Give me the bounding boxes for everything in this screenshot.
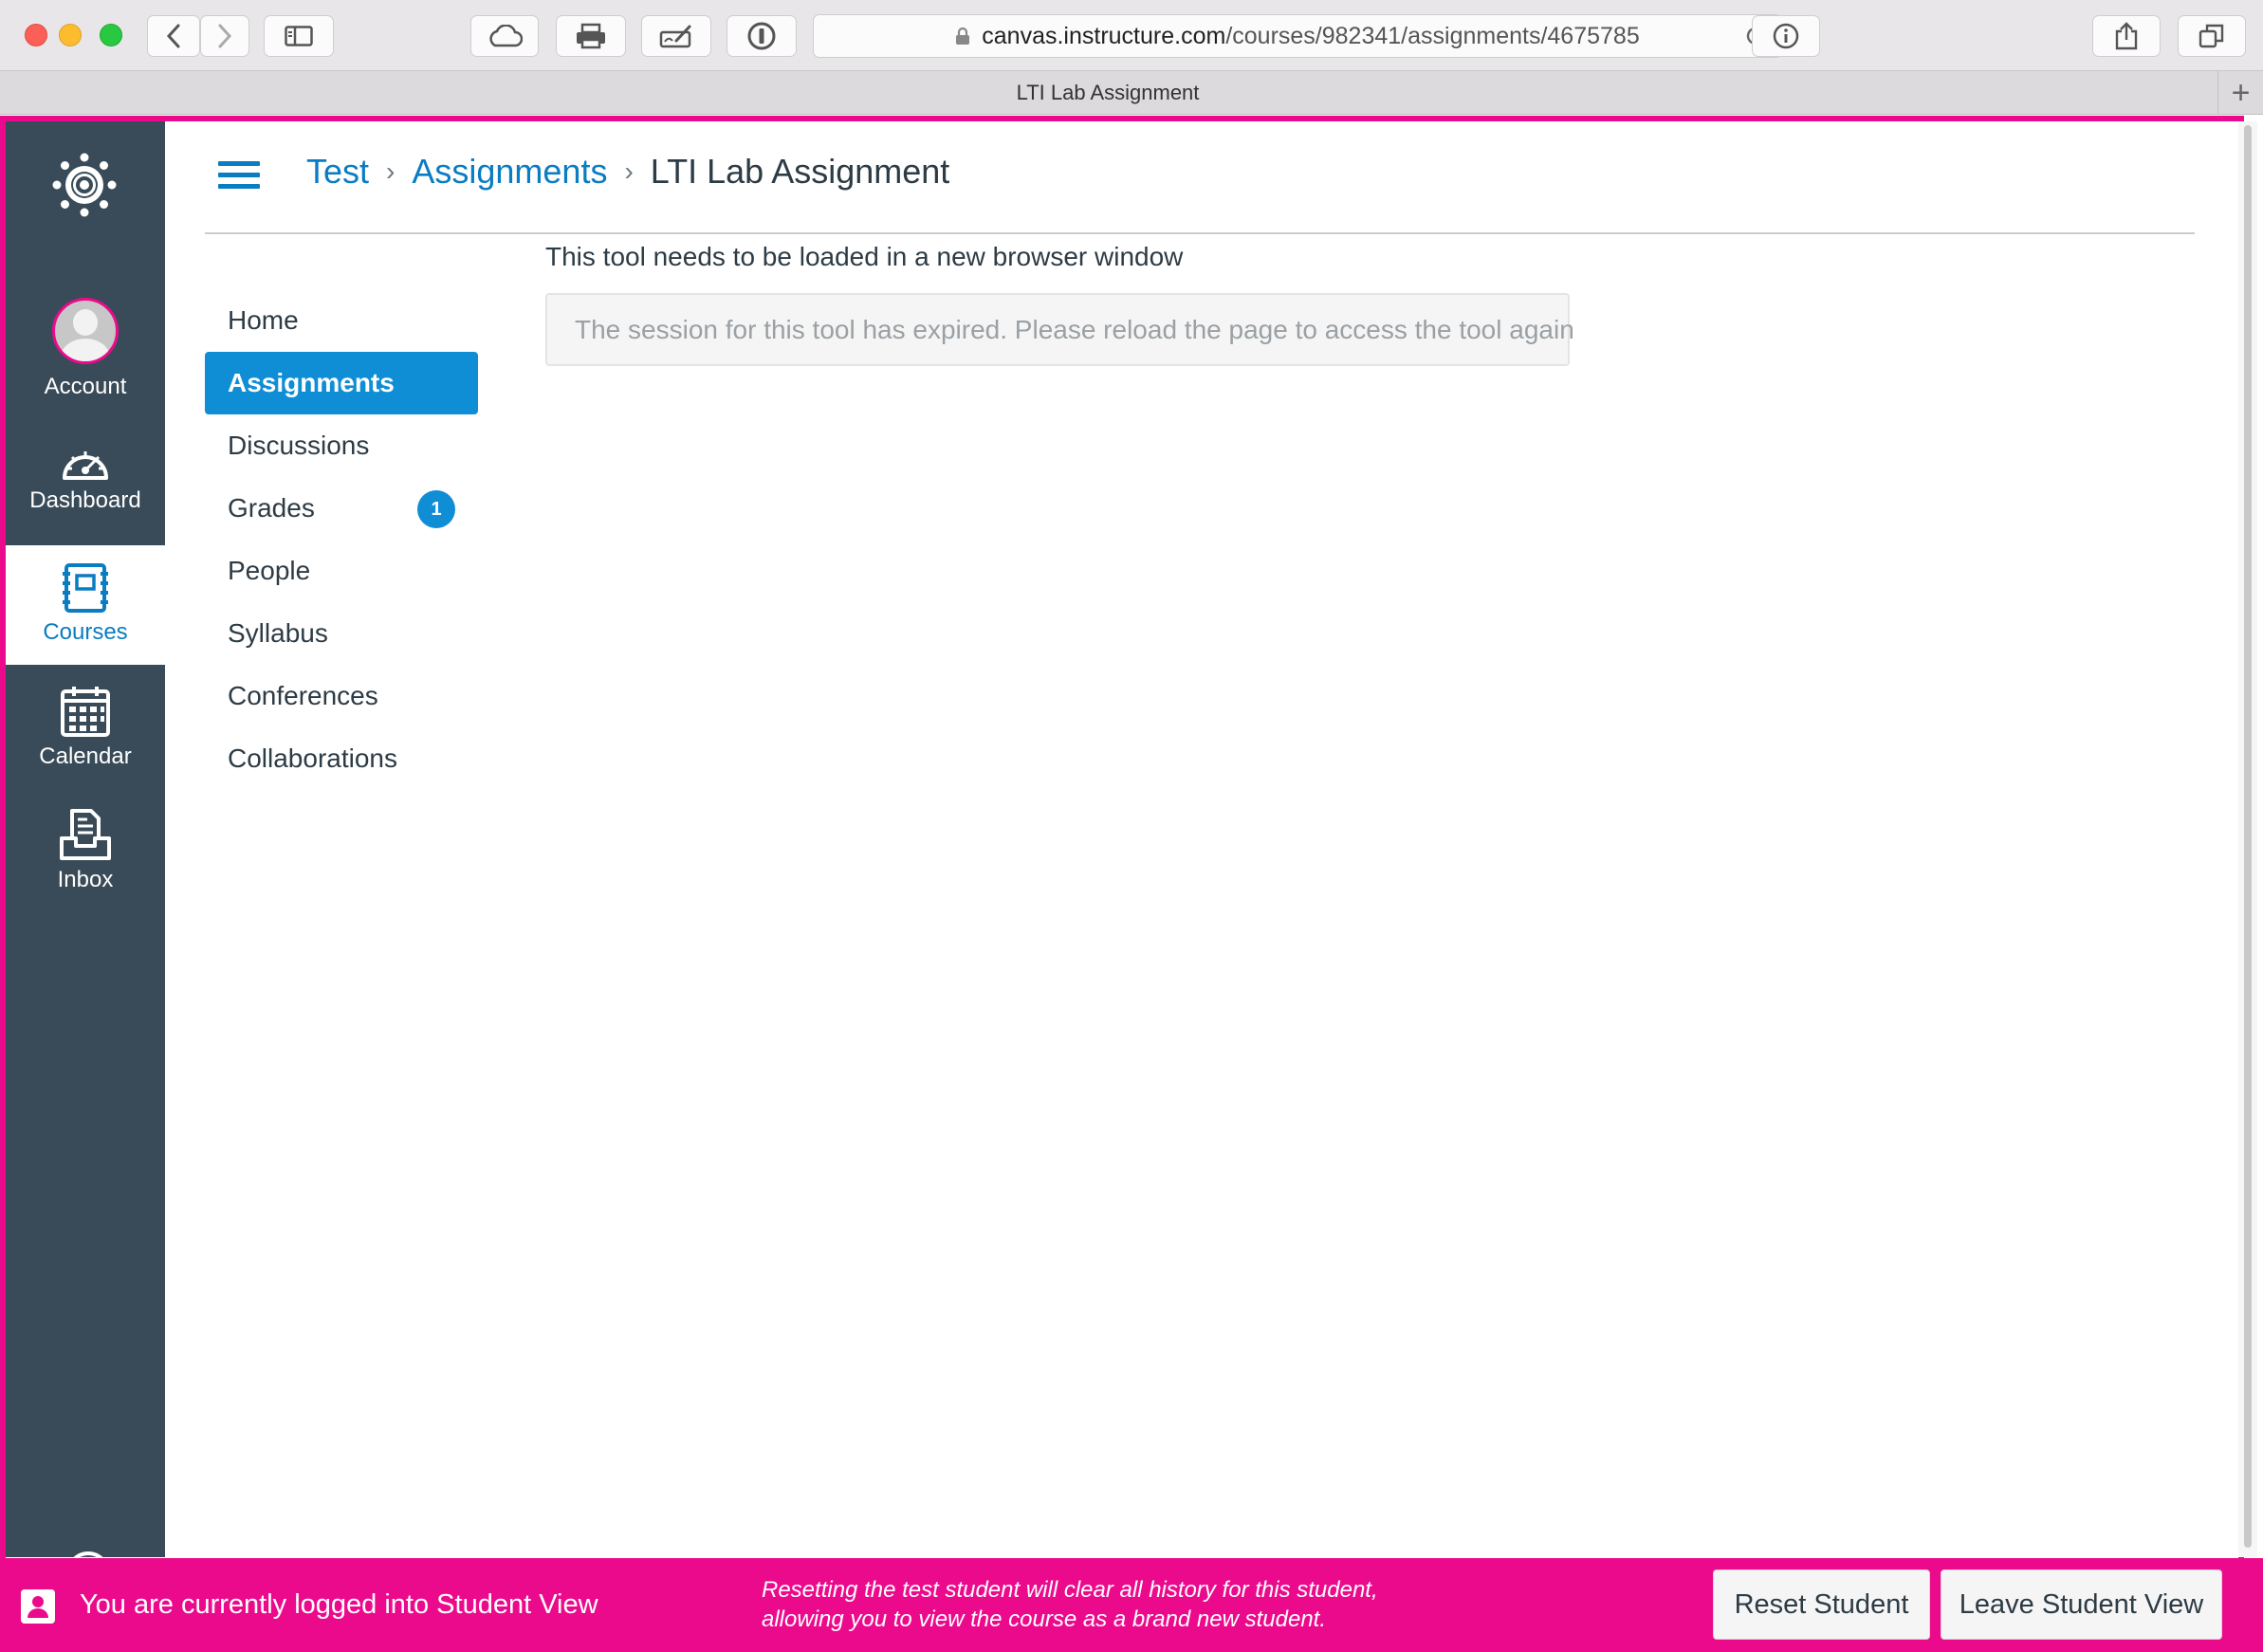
global-nav-courses-label: Courses — [43, 619, 128, 645]
back-button[interactable] — [147, 15, 200, 57]
global-nav-account[interactable]: Account — [6, 298, 165, 400]
site-info-button[interactable] — [1752, 15, 1820, 57]
tool-load-heading: This tool needs to be loaded in a new br… — [545, 242, 1184, 271]
global-navigation: Account Dashboard Courses Calendar Inbox — [6, 121, 165, 1595]
tab-bar: LTI Lab Assignment + — [0, 71, 2263, 115]
new-tab-button[interactable]: + — [2217, 71, 2263, 115]
sidebar-icon — [285, 26, 313, 46]
calendar-icon — [61, 687, 110, 737]
session-expired-message: The session for this tool has expired. P… — [545, 293, 1574, 366]
zoom-window-button[interactable] — [100, 24, 122, 46]
course-nav-grades[interactable]: Grades 1 — [205, 477, 478, 540]
password-manager-button[interactable] — [727, 15, 797, 57]
user-avatar-icon — [52, 298, 119, 364]
breadcrumb-current-page: LTI Lab Assignment — [650, 152, 950, 191]
course-nav-people[interactable]: People — [205, 540, 478, 602]
course-navigation: Home Assignments Discussions Grades 1 Pe… — [205, 289, 478, 790]
icloud-button[interactable] — [470, 15, 539, 57]
dashboard-gauge-icon — [63, 451, 108, 480]
url-path: /courses/982341/assignments/4675785 — [1225, 22, 1640, 49]
browser-toolbar: canvas.instructure.com/courses/982341/as… — [0, 0, 2263, 71]
breadcrumb-chevron-icon: › — [624, 156, 634, 186]
global-nav-dashboard-label: Dashboard — [29, 487, 141, 513]
reset-student-button[interactable]: Reset Student — [1713, 1569, 1930, 1640]
lock-icon — [956, 27, 970, 45]
course-nav-assignments[interactable]: Assignments — [205, 352, 478, 414]
global-nav-inbox-label: Inbox — [57, 867, 114, 892]
student-view-icon — [21, 1589, 55, 1624]
breadcrumb-course-link[interactable]: Test — [306, 152, 369, 192]
courses-book-icon — [63, 563, 108, 613]
tabs-overview-icon — [2199, 24, 2224, 48]
chevron-left-icon — [166, 24, 180, 48]
global-nav-calendar-label: Calendar — [39, 743, 132, 769]
course-nav-grades-label: Grades — [228, 493, 315, 523]
info-icon — [1773, 23, 1799, 49]
global-nav-inbox[interactable]: Inbox — [6, 808, 165, 893]
global-nav-account-label: Account — [44, 374, 127, 399]
sidebar-toggle-button[interactable] — [264, 15, 334, 57]
breadcrumb-chevron-icon: › — [386, 156, 396, 186]
url-host: canvas.instructure.com — [982, 22, 1226, 49]
print-button[interactable] — [556, 15, 626, 57]
course-nav-home[interactable]: Home — [205, 289, 478, 352]
forward-button[interactable] — [200, 15, 249, 57]
breadcrumb: Test › Assignments › LTI Lab Assignment — [306, 152, 949, 192]
share-icon — [2115, 22, 2138, 50]
student-view-note: Resetting the test student will clear al… — [762, 1577, 1378, 1632]
signature-pen-icon — [659, 25, 691, 48]
course-nav-conferences[interactable]: Conferences — [205, 665, 478, 727]
course-nav-discussions[interactable]: Discussions — [205, 414, 478, 477]
global-nav-courses[interactable]: Courses — [6, 545, 165, 665]
one-password-icon — [747, 22, 776, 50]
tab-current[interactable]: LTI Lab Assignment — [0, 81, 2216, 105]
cloud-icon — [489, 25, 523, 47]
inbox-icon — [60, 809, 111, 860]
breadcrumb-assignments-link[interactable]: Assignments — [412, 152, 607, 192]
markup-button[interactable] — [641, 15, 711, 57]
printer-icon — [577, 23, 605, 49]
close-window-button[interactable] — [25, 24, 47, 46]
page-scrollbar[interactable] — [2238, 121, 2257, 1557]
tab-overview-button[interactable] — [2178, 15, 2246, 57]
course-menu-toggle-icon[interactable] — [218, 161, 260, 190]
global-nav-dashboard[interactable]: Dashboard — [6, 440, 165, 514]
course-nav-collaborations[interactable]: Collaborations — [205, 727, 478, 790]
canvas-logo-icon[interactable] — [51, 152, 118, 218]
course-nav-syllabus[interactable]: Syllabus — [205, 602, 478, 665]
leave-student-view-button[interactable]: Leave Student View — [1941, 1569, 2222, 1640]
student-view-title: You are currently logged into Student Vi… — [80, 1589, 598, 1620]
chevron-right-icon — [218, 24, 232, 48]
student-view-bar: You are currently logged into Student Vi… — [0, 1558, 2263, 1652]
minimize-window-button[interactable] — [59, 24, 82, 46]
header-divider — [205, 232, 2195, 234]
share-button[interactable] — [2092, 15, 2161, 57]
global-nav-calendar[interactable]: Calendar — [6, 685, 165, 770]
address-bar[interactable]: canvas.instructure.com/courses/982341/as… — [813, 14, 1782, 58]
grades-count-badge: 1 — [417, 490, 455, 528]
